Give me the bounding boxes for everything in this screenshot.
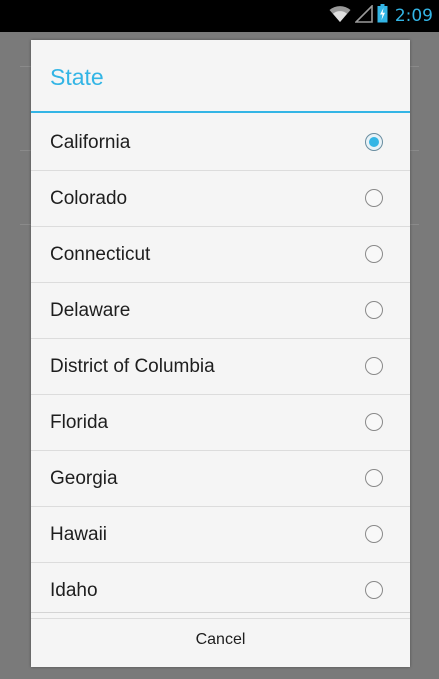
dialog-footer: Cancel	[31, 612, 410, 667]
wifi-icon	[329, 5, 351, 28]
option-label: Idaho	[50, 580, 98, 601]
option-item-florida[interactable]: Florida	[31, 395, 410, 451]
radio-button-checked[interactable]	[365, 133, 383, 151]
radio-button[interactable]	[365, 301, 383, 319]
option-list[interactable]: California Colorado Connecticut Delaware…	[31, 115, 410, 652]
radio-button[interactable]	[365, 189, 383, 207]
option-label: California	[50, 132, 131, 153]
option-item-georgia[interactable]: Georgia	[31, 451, 410, 507]
option-label: Connecticut	[50, 244, 151, 265]
radio-button[interactable]	[365, 581, 383, 599]
option-item-delaware[interactable]: Delaware	[31, 283, 410, 339]
option-item-connecticut[interactable]: Connecticut	[31, 227, 410, 283]
radio-button[interactable]	[365, 357, 383, 375]
option-item-colorado[interactable]: Colorado	[31, 171, 410, 227]
option-label: Colorado	[50, 188, 128, 209]
status-bar: 2:09	[0, 0, 439, 32]
radio-button[interactable]	[365, 525, 383, 543]
option-label: District of Columbia	[50, 356, 215, 377]
signal-icon	[353, 3, 373, 28]
option-item-district-of-columbia[interactable]: District of Columbia	[31, 339, 410, 395]
cancel-button[interactable]: Cancel	[31, 613, 410, 667]
option-label: Hawaii	[50, 524, 108, 545]
dialog-title: State	[50, 64, 104, 90]
option-item-hawaii[interactable]: Hawaii	[31, 507, 410, 563]
radio-button[interactable]	[365, 469, 383, 487]
radio-button[interactable]	[365, 245, 383, 263]
state-picker-dialog: State California Colorado Connecticut De…	[31, 40, 410, 667]
option-label: Delaware	[50, 300, 131, 321]
radio-button[interactable]	[365, 413, 383, 431]
option-item-california[interactable]: California	[31, 115, 410, 171]
battery-charging-icon	[377, 4, 388, 28]
dialog-header: State	[31, 40, 410, 113]
option-item-idaho[interactable]: Idaho	[31, 563, 410, 619]
status-time: 2:09	[394, 6, 433, 26]
status-icons: 2:09	[329, 3, 433, 28]
option-label: Georgia	[50, 468, 118, 489]
option-label: Florida	[50, 412, 109, 433]
